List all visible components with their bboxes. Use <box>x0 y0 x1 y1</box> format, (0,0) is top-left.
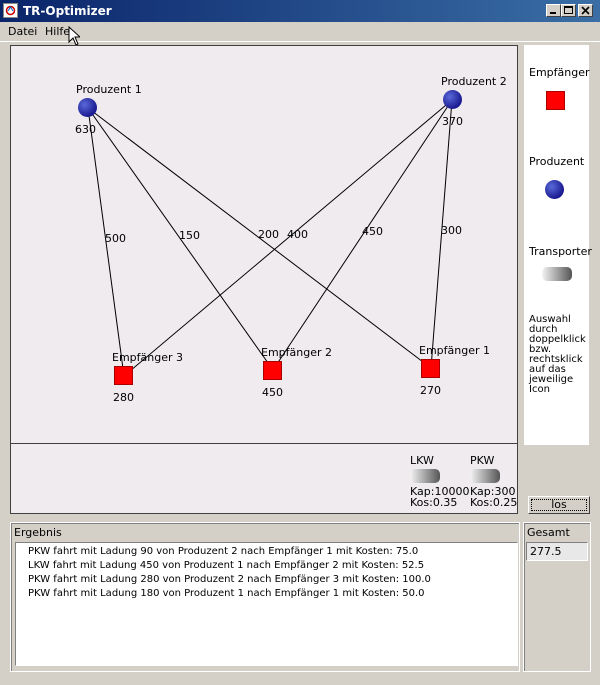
producer-1-label: Produzent 1 <box>76 83 142 96</box>
producer-1-node[interactable] <box>78 98 97 117</box>
receiver-2-label: Empfänger 2 <box>261 346 333 359</box>
edge-label: 300 <box>441 224 462 237</box>
fleet-panel: LKW Kap:10000 Kos:0.35 PKW Kap:300 Kos:0… <box>10 444 518 514</box>
receiver-1-label: Empfänger 1 <box>419 344 491 357</box>
receiver-2-amount: 450 <box>262 386 283 399</box>
palette-receiver-label: Empfänger <box>529 66 590 79</box>
app-icon[interactable] <box>3 3 18 18</box>
receiver-3-label: Empfänger 3 <box>112 351 184 364</box>
palette-producer-icon[interactable] <box>545 180 564 199</box>
car-icon <box>470 469 500 483</box>
edge-label: 450 <box>362 225 383 238</box>
menu-bar: Datei Hilfe <box>0 22 600 42</box>
total-title: Gesamt <box>527 526 570 539</box>
vehicle-pkw[interactable]: PKW Kap:300 Kos:0.25 <box>470 455 517 508</box>
result-line: PKW fahrt mit Ladung 280 von Produzent 2… <box>28 574 431 585</box>
producer-2-amount: 370 <box>442 115 463 128</box>
edge-label: 400 <box>287 228 308 241</box>
mouse-cursor-icon <box>68 26 80 46</box>
minimize-button[interactable] <box>546 4 561 17</box>
vehicle-cost: Kos:0.25 <box>470 496 518 509</box>
result-line: PKW fahrt mit Ladung 90 von Produzent 2 … <box>28 546 419 557</box>
result-list[interactable]: PKW fahrt mit Ladung 90 von Produzent 2 … <box>15 542 518 666</box>
result-title: Ergebnis <box>14 526 62 539</box>
edge-label: 500 <box>105 232 126 245</box>
receiver-3-node[interactable] <box>114 366 133 385</box>
window-title: TR-Optimizer <box>23 4 112 18</box>
vehicle-name: LKW <box>410 454 434 467</box>
menu-hilfe[interactable]: Hilfe <box>45 25 70 38</box>
truck-icon <box>410 469 440 483</box>
total-value-field[interactable]: 277.5 <box>526 542 588 561</box>
graph-canvas[interactable]: Produzent 1 630 Produzent 2 370 Empfänge… <box>10 45 518 444</box>
close-button[interactable] <box>578 4 593 17</box>
maximize-icon <box>564 6 573 14</box>
close-icon <box>581 6 590 15</box>
palette-panel: Empfänger Produzent Transporter Auswahl … <box>524 45 592 445</box>
maximize-button[interactable] <box>561 4 576 17</box>
producer-1-amount: 630 <box>75 123 96 136</box>
title-bar: TR-Optimizer <box>0 0 600 22</box>
vehicle-lkw[interactable]: LKW Kap:10000 Kos:0.35 <box>410 455 469 508</box>
receiver-1-node[interactable] <box>421 359 440 378</box>
receiver-1-amount: 270 <box>420 384 441 397</box>
palette-transporter-icon[interactable] <box>542 267 572 281</box>
minimize-icon <box>550 12 556 14</box>
result-line: PKW fahrt mit Ladung 180 von Produzent 1… <box>28 588 425 599</box>
edge-label: 150 <box>179 229 200 242</box>
palette-producer-label: Produzent <box>529 155 585 168</box>
palette-hint: Auswahl durch doppelklick bzw. rechtskli… <box>529 314 586 395</box>
result-line: LKW fahrt mit Ladung 450 von Produzent 1… <box>28 560 425 571</box>
receiver-2-node[interactable] <box>263 361 282 380</box>
producer-2-node[interactable] <box>443 90 462 109</box>
producer-2-label: Produzent 2 <box>441 75 507 88</box>
edge-label: 200 <box>258 228 279 241</box>
vehicle-name: PKW <box>470 454 495 467</box>
palette-transporter-label: Transporter <box>529 245 592 258</box>
menu-datei[interactable]: Datei <box>8 25 37 38</box>
run-button[interactable]: los <box>528 496 590 514</box>
vehicle-cost: Kos:0.35 <box>410 496 458 509</box>
receiver-3-amount: 280 <box>113 391 134 404</box>
palette-receiver-icon[interactable] <box>546 91 565 110</box>
